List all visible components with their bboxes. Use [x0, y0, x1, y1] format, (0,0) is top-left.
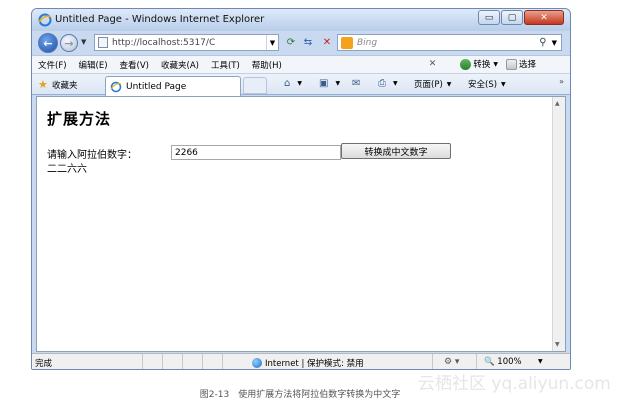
address-bar: ← → ▼ http://localhost:5317/C ▼ ⟳ ⇆ ✕ Bi…: [32, 31, 570, 55]
close-toolbar-icon[interactable]: ✕: [429, 59, 437, 69]
number-input[interactable]: [171, 145, 341, 160]
page-icon: [98, 37, 108, 48]
mail-button[interactable]: ✉: [352, 78, 363, 89]
status-divider: [142, 354, 143, 369]
back-arrow-icon: ←: [43, 36, 53, 50]
menu-tools[interactable]: 工具(T): [211, 59, 240, 71]
title-bar: Untitled Page - Windows Internet Explore…: [32, 9, 570, 31]
toolbar-right: ✕ 转换 ▼ 选择: [429, 58, 536, 70]
status-divider: [476, 354, 477, 369]
window-title: Untitled Page - Windows Internet Explore…: [55, 14, 265, 25]
home-icon: ⌂: [284, 78, 291, 89]
zoom-value: 100%: [497, 357, 522, 367]
forward-arrow-icon: →: [64, 36, 74, 50]
translate-icon: [460, 58, 472, 70]
page-menu-dropdown-icon: ▼: [446, 80, 452, 88]
safety-menu[interactable]: 安全(S) ▼: [468, 78, 506, 90]
compatibility-view-icon[interactable]: ⟳: [283, 35, 299, 50]
safety-menu-label: 安全(S): [468, 80, 498, 90]
zoom-level[interactable]: 🔍 100%: [484, 357, 522, 367]
home-button[interactable]: ⌂ ▼: [284, 78, 302, 89]
minimize-button[interactable]: ▭: [478, 10, 500, 25]
url-dropdown-icon[interactable]: ▼: [266, 35, 278, 50]
print-icon: ⎙: [378, 78, 386, 89]
security-zone[interactable]: Internet | 保护模式: 禁用: [252, 357, 364, 369]
bing-icon: [341, 36, 353, 49]
vertical-scrollbar[interactable]: ▲ ▼: [552, 97, 565, 351]
status-divider: [432, 354, 433, 369]
status-divider: [182, 354, 183, 369]
menu-view[interactable]: 查看(V): [120, 59, 149, 71]
search-icon[interactable]: ⚲: [539, 37, 546, 48]
search-placeholder[interactable]: Bing: [357, 38, 539, 48]
ie-page-icon: [110, 81, 122, 92]
search-dropdown-icon[interactable]: ▼: [552, 39, 557, 47]
browser-window: Untitled Page - Windows Internet Explore…: [31, 8, 571, 370]
translate-label: 转换: [473, 60, 491, 70]
recent-pages-dropdown-icon[interactable]: ▼: [81, 38, 86, 46]
maximize-button[interactable]: ▢: [501, 10, 523, 25]
select-button[interactable]: 选择: [505, 58, 536, 70]
tab-untitled-page[interactable]: Untitled Page: [105, 76, 241, 96]
mail-icon: ✉: [352, 78, 361, 89]
close-button[interactable]: ✕: [524, 10, 564, 25]
ie-logo-icon: [38, 13, 52, 27]
new-tab-button[interactable]: [243, 77, 267, 94]
menu-edit[interactable]: 编辑(E): [79, 59, 108, 71]
more-commands-icon[interactable]: »: [559, 77, 564, 86]
window-controls: ▭ ▢ ✕: [477, 10, 564, 25]
translate-dropdown-icon[interactable]: ▼: [493, 61, 498, 68]
scroll-down-icon[interactable]: ▼: [555, 341, 560, 348]
status-divider: [162, 354, 163, 369]
favorites-bar: ★ 收藏夹 Untitled Page ⌂ ▼ ▣ ▼ ✉ ⎙ ▼ 页面(P) ▼ 安全…: [32, 73, 570, 96]
status-divider: [202, 354, 203, 369]
stop-icon[interactable]: ✕: [319, 35, 335, 50]
zoom-dropdown-icon[interactable]: ▼: [538, 358, 543, 365]
scroll-up-icon[interactable]: ▲: [555, 100, 560, 107]
globe-icon: [252, 358, 262, 368]
number-prompt-label: 请输入阿拉伯数字：: [47, 150, 137, 161]
refresh-icon[interactable]: ⇆: [300, 35, 316, 50]
search-field[interactable]: Bing ⚲ ▼: [337, 34, 562, 51]
translate-button[interactable]: 转换 ▼: [460, 58, 498, 70]
forward-button[interactable]: →: [60, 34, 78, 52]
menu-help[interactable]: 帮助(H): [252, 59, 282, 71]
feeds-icon: ▣: [319, 78, 329, 89]
page-title: 扩展方法: [47, 110, 112, 128]
back-button[interactable]: ←: [38, 33, 58, 53]
tab-label: Untitled Page: [126, 81, 187, 92]
convert-button[interactable]: 转换成中文数字: [341, 143, 451, 159]
feeds-dropdown-icon[interactable]: ▼: [335, 80, 340, 87]
url-text[interactable]: http://localhost:5317/C: [112, 38, 266, 48]
print-dropdown-icon[interactable]: ▼: [393, 80, 398, 87]
favorites-star-icon[interactable]: ★: [38, 78, 48, 91]
safety-menu-dropdown-icon: ▼: [501, 80, 506, 88]
url-field[interactable]: http://localhost:5317/C ▼: [94, 34, 279, 51]
status-text: 完成: [35, 359, 53, 369]
page-menu[interactable]: 页面(P) ▼: [414, 78, 451, 90]
security-zone-label: Internet | 保护模式: 禁用: [265, 359, 364, 369]
select-icon: [505, 58, 517, 70]
menu-file[interactable]: 文件(F): [38, 59, 67, 71]
result-text: 二二六六: [47, 164, 87, 175]
figure-caption: 图2-13 使用扩展方法将阿拉伯数字转换为中文字: [199, 390, 401, 400]
menu-bar: 文件(F) 编辑(E) 查看(V) 收藏夹(A) 工具(T) 帮助(H) ✕ 转…: [32, 55, 570, 73]
feeds-button[interactable]: ▣ ▼: [319, 78, 340, 89]
favorites-button[interactable]: 收藏夹: [52, 79, 78, 91]
select-label: 选择: [518, 60, 536, 70]
protected-mode-icon[interactable]: ⚙ ▾: [444, 357, 459, 367]
menu-favorites[interactable]: 收藏夹(A): [161, 59, 199, 71]
home-dropdown-icon[interactable]: ▼: [297, 80, 302, 87]
page-content: 扩展方法 请输入阿拉伯数字： 转换成中文数字 二二六六 ▲ ▼: [36, 96, 566, 352]
status-bar: 完成 Internet | 保护模式: 禁用 ⚙ ▾ 🔍 100% ▼: [32, 353, 570, 369]
status-divider: [222, 354, 223, 369]
print-button[interactable]: ⎙ ▼: [378, 78, 398, 89]
page-menu-label: 页面(P): [414, 80, 443, 90]
